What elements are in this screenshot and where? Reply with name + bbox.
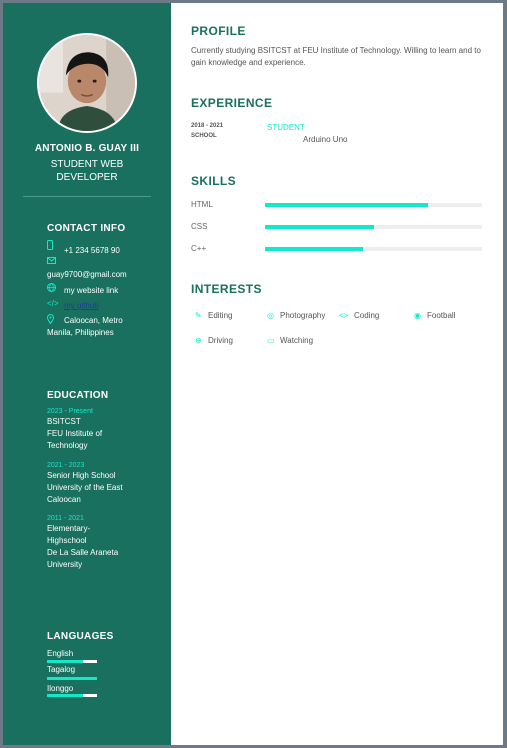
tv-icon: ▭ (267, 336, 275, 345)
language-name: Tagalog (47, 665, 76, 674)
education-line: De La Salle Araneta (47, 548, 119, 557)
github-link[interactable]: my github (64, 301, 99, 310)
pencil-icon: ✎ (195, 311, 202, 320)
main-content: PROFILE Currently studying BSITCST at FE… (171, 3, 503, 745)
education-years: 2011 - 2021 (47, 515, 84, 522)
languages-heading: LANGUAGES (47, 631, 114, 642)
interests-heading: INTERESTS (191, 282, 262, 296)
interest-label: Photography (280, 311, 326, 320)
skill-bar-fill (265, 247, 363, 251)
education-line: Caloocan (47, 495, 81, 504)
football-icon: ◉ (414, 311, 421, 320)
interest-label: Driving (208, 336, 233, 345)
interest-item: <> Coding (339, 311, 379, 320)
language-bar (47, 677, 97, 680)
skill-name: C++ (191, 244, 207, 253)
language-bar-fill (47, 677, 97, 680)
code-icon: <> (339, 311, 349, 320)
language-name: English (47, 649, 74, 658)
car-icon: ⊖ (195, 336, 202, 345)
education-heading: EDUCATION (47, 390, 109, 401)
education-line: Elementary- (47, 524, 91, 533)
skills-heading: SKILLS (191, 174, 237, 188)
code-icon: </> (47, 299, 59, 308)
experience-school: SCHOOL (191, 133, 217, 139)
job-title: STUDENT WEB DEVELOPER (3, 158, 171, 184)
experience-title: STUDENT (267, 123, 305, 132)
sidebar: ANTONIO B. GUAY III STUDENT WEB DEVELOPE… (3, 3, 171, 745)
experience-years: 2018 - 2021 (191, 123, 224, 129)
interest-label: Editing (208, 311, 233, 320)
job-title-line-2: DEVELOPER (56, 172, 118, 183)
skill-name: CSS (191, 222, 208, 231)
education-line: FEU Institute of (47, 429, 103, 438)
sidebar-divider (23, 196, 151, 197)
phone-icon (47, 240, 53, 250)
education-line: Highschool (47, 536, 87, 545)
interest-label: Watching (280, 336, 314, 345)
phone-number: +1 234 5678 90 (64, 246, 120, 255)
interest-item: ◎ Photography (267, 311, 325, 320)
resume-page: ANTONIO B. GUAY III STUDENT WEB DEVELOPE… (3, 3, 503, 745)
email-icon (47, 257, 56, 264)
interest-label: Coding (354, 311, 380, 320)
skill-name: HTML (191, 200, 213, 209)
email-link[interactable]: guay9700@gmail.com (47, 270, 127, 279)
website-link[interactable]: my website link (64, 286, 118, 295)
job-title-line-1: STUDENT WEB (50, 159, 124, 170)
skill-bar-fill (265, 225, 374, 229)
skill-bar (265, 203, 482, 207)
avatar-photo (39, 35, 135, 131)
skill-bar (265, 247, 482, 251)
education-line: Technology (47, 441, 88, 450)
skill-bar-fill (265, 203, 428, 207)
camera-icon: ◎ (267, 311, 274, 320)
address-line-2: Manila, Philippines (47, 328, 114, 337)
profile-heading: PROFILE (191, 24, 246, 38)
globe-icon (47, 283, 56, 292)
interest-item: ⊖ Driving (195, 336, 233, 345)
location-pin-icon (47, 314, 54, 324)
language-name: Ilonggo (47, 684, 74, 693)
education-line: BSITCST (47, 417, 81, 426)
experience-description: Arduino Uno (303, 135, 348, 144)
interest-item: ▭ Watching (267, 336, 313, 345)
education-line: University of the East (47, 483, 123, 492)
skill-bar (265, 225, 482, 229)
language-bar (47, 694, 97, 697)
avatar (37, 33, 137, 133)
full-name: ANTONIO B. GUAY III (34, 143, 140, 154)
language-bar-fill (47, 694, 83, 697)
experience-heading: EXPERIENCE (191, 96, 273, 110)
education-line: Senior High School (47, 471, 116, 480)
interest-item: ◉ Football (414, 311, 455, 320)
profile-summary: Currently studying BSITCST at FEU Instit… (191, 46, 481, 67)
language-bar (47, 660, 97, 663)
education-years: 2023 - Present (47, 408, 93, 415)
education-line: University (47, 560, 83, 569)
education-years: 2021 - 2023 (47, 462, 85, 469)
address-line-1: Caloocan, Metro (64, 316, 123, 325)
contact-heading: CONTACT INFO (47, 223, 126, 234)
language-bar-fill (47, 660, 83, 663)
interest-item: ✎ Editing (195, 311, 232, 320)
interest-label: Football (427, 311, 456, 320)
